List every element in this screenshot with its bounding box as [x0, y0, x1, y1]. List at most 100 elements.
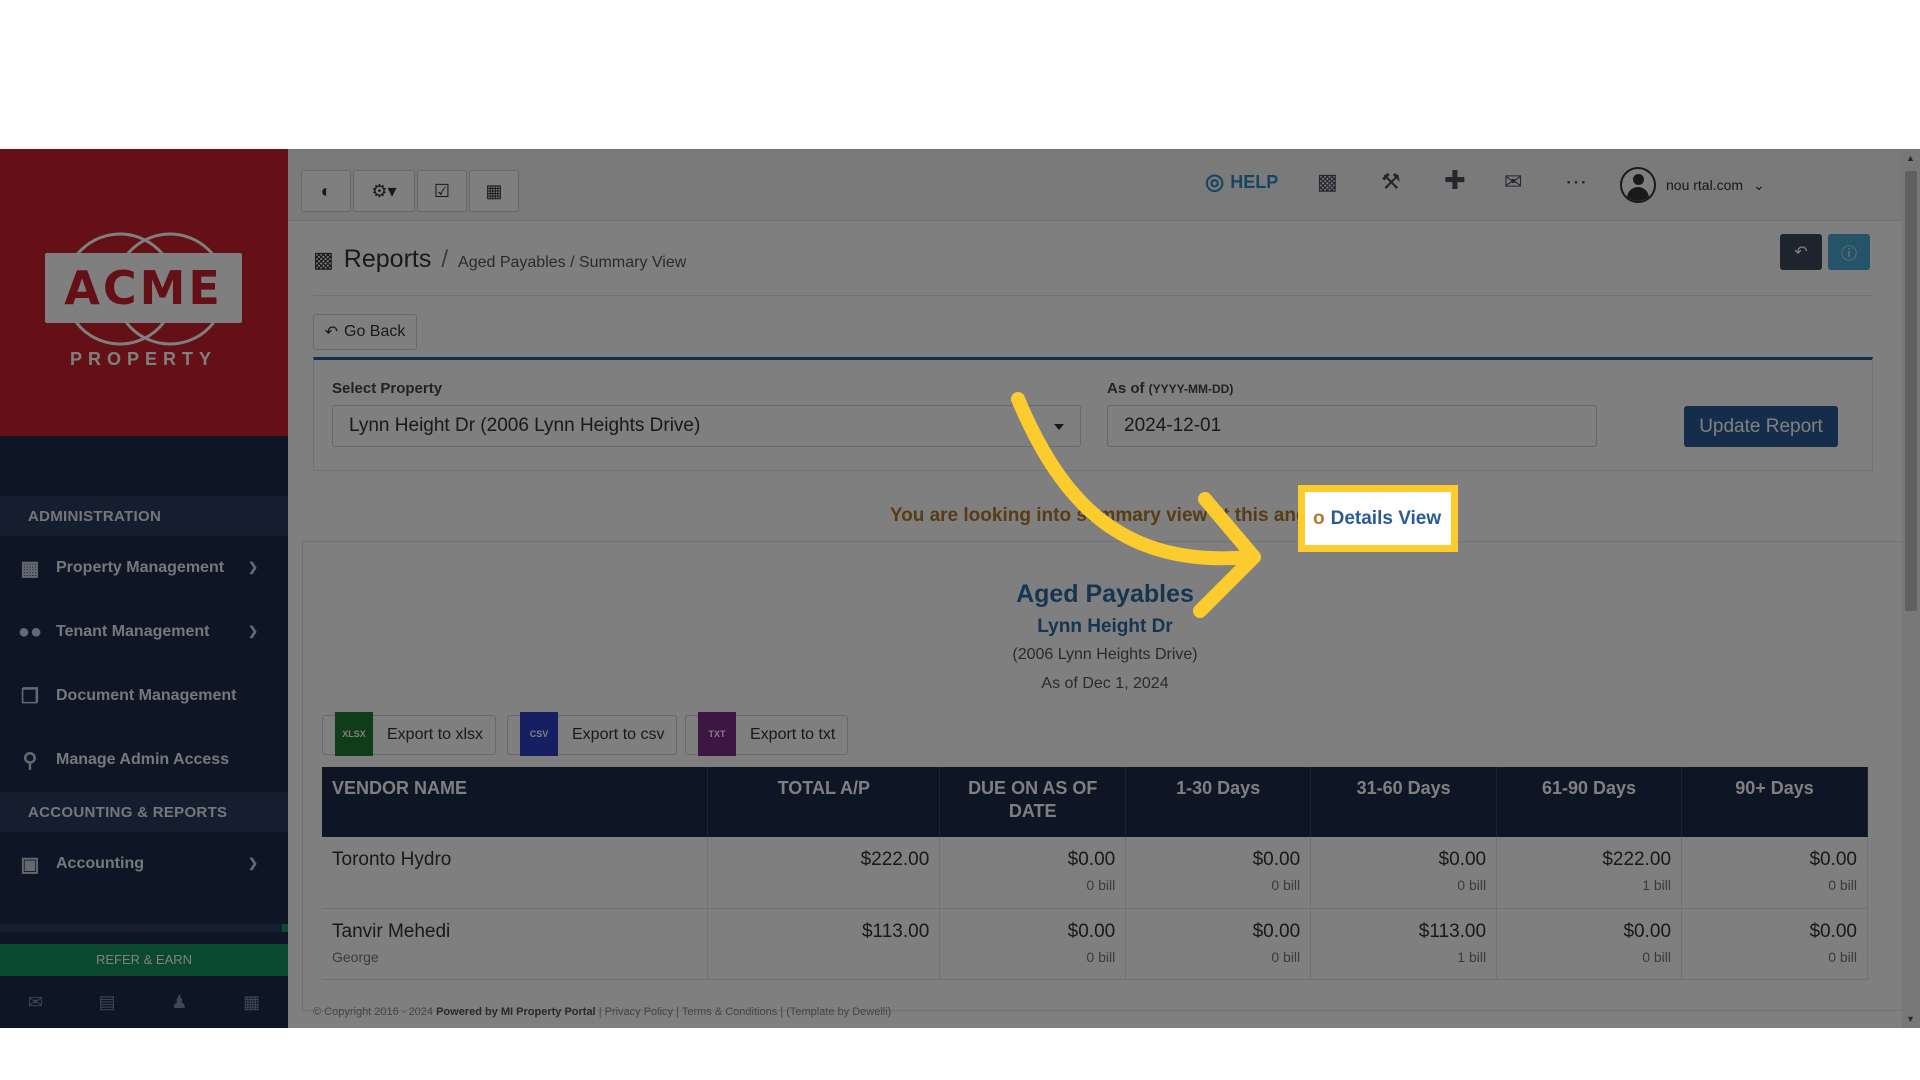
lifebuoy-icon: ◎ — [1205, 169, 1225, 194]
footer: © Copyright 2016 - 2024 Powered by MI Pr… — [313, 1006, 891, 1018]
property-label: Select Property — [332, 380, 443, 397]
export-xlsx-button[interactable]: XLSX Export to xlsx — [322, 711, 497, 756]
mail-icon[interactable]: ✉ — [28, 992, 43, 1013]
update-report-button[interactable]: Update Report — [1684, 406, 1838, 447]
chevron-down-icon: ⌄ — [1753, 176, 1765, 193]
help-button[interactable]: ◎ HELP — [1205, 169, 1278, 195]
sidebar: ACME PROPERTY ADMINISTRATION ▦ Property … — [0, 149, 288, 1028]
page-scrollbar[interactable]: ▲ ▼ — [1902, 149, 1920, 1028]
bill-count: 0 bill — [1271, 877, 1301, 893]
scroll-down-icon[interactable]: ▼ — [1906, 1014, 1915, 1024]
amount-cell: $222.00 1 bill — [1496, 837, 1683, 909]
amount-cell: $113.00 1 bill — [1310, 908, 1498, 980]
top-toolbar: ◐ ⚙▾ ☑ ▦ ◎ HELP ▩ ⚒ ✚ ✉ ⋯ nou rtal.com ⌄ — [288, 149, 1920, 221]
documents-icon: ❐ — [21, 685, 39, 708]
logo-subtext: PROPERTY — [69, 349, 218, 369]
bill-count: 0 bill — [1086, 948, 1116, 965]
sidebar-item-label: Document Management — [56, 687, 237, 704]
info-icon: ⓘ — [1840, 246, 1857, 263]
sidebar-item-accounting[interactable]: ▣ Accounting ❯ — [0, 832, 288, 896]
page-title[interactable]: Reports — [344, 245, 432, 274]
breadcrumb-separator: / — [441, 246, 449, 273]
bill-count: 1 bill — [1642, 877, 1672, 893]
sidebar-item-property-management[interactable]: ▦ Property Management ❯ — [0, 536, 288, 600]
footer-powered-link[interactable]: Powered by MI Property Portal — [436, 1006, 596, 1018]
table-row[interactable]: Tanvir Mehedi George $113.00 $0.00 0 bill … — [322, 908, 1868, 980]
reply-icon: ↶ — [324, 324, 339, 341]
sidebar-item-label: Property Management — [56, 559, 225, 576]
amount: $0.00 — [1809, 920, 1857, 942]
back-button[interactable]: ↶ — [1780, 234, 1822, 270]
building-icon: ▦ — [20, 557, 40, 580]
browser-viewport: ACME PROPERTY ADMINISTRATION ▦ Property … — [0, 149, 1920, 1028]
users-icon: ●● — [17, 620, 43, 643]
user-icon[interactable]: ♟ — [171, 992, 187, 1013]
bill-count: 0 bill — [1828, 948, 1857, 965]
info-button[interactable]: ⓘ — [1828, 234, 1870, 270]
property-select-value: Lynn Height Dr (2006 Lynn Heights Drive) — [349, 415, 701, 436]
amount-cell: $0.00 0 bill — [939, 837, 1127, 909]
logo-area[interactable]: ACME PROPERTY — [0, 149, 288, 436]
settings-dropdown-button[interactable]: ⚙▾ — [353, 170, 415, 212]
amount-cell: $0.00 0 bill — [1681, 837, 1868, 909]
bar-chart-icon: ▩ — [313, 247, 334, 272]
plus-icon[interactable]: ✚ — [1444, 165, 1466, 196]
section-administration: ADMINISTRATION — [0, 496, 288, 536]
key-icon: ⚲ — [22, 749, 38, 772]
table-header-row: VENDOR NAME TOTAL A/P DUE ON AS OF DATE … — [322, 767, 1868, 837]
refer-and-earn-button[interactable]: REFER & EARN — [0, 944, 288, 976]
sidebar-item-manage-admin-access[interactable]: ⚲ Manage Admin Access — [0, 728, 288, 792]
avatar — [1620, 167, 1656, 203]
column-header: DUE ON AS OF DATE — [939, 767, 1127, 837]
column-header: 1-30 Days — [1125, 767, 1312, 837]
calendar-button[interactable]: ☑ — [417, 170, 467, 212]
amount: $0.00 — [1067, 849, 1116, 870]
amount: $113.00 — [1418, 920, 1487, 942]
scroll-up-icon[interactable]: ▲ — [1906, 153, 1915, 163]
help-label: HELP — [1230, 171, 1279, 192]
bill-count: 0 bill — [1271, 948, 1301, 965]
details-view-link[interactable]: Details View — [1331, 508, 1442, 530]
sidebar-item-document-management[interactable]: ❐ Document Management — [0, 664, 288, 728]
vendor-cell: Toronto Hydro — [322, 837, 709, 909]
amount-cell: $0.00 0 bill — [1310, 837, 1498, 909]
calculator-button[interactable]: ▦ — [469, 170, 519, 212]
bill-count: 0 bill — [1457, 877, 1487, 893]
total-cell: $113.00 — [707, 908, 941, 980]
vendor-sub: George — [332, 948, 379, 965]
section-accounting-reports: ACCOUNTING & REPORTS — [0, 792, 288, 832]
column-header: 61-90 Days — [1496, 767, 1683, 837]
footer-copyright: © Copyright 2016 - 2024 — [313, 1006, 434, 1018]
go-back-button[interactable]: ↶ Go Back — [313, 314, 417, 350]
calculator-icon[interactable]: ▦ — [243, 992, 260, 1013]
vendor-name: Tanvir Mehedi — [332, 920, 451, 942]
export-txt-button[interactable]: TXT Export to txt — [685, 711, 849, 756]
tutorial-arrow-icon — [1011, 392, 1261, 618]
export-csv-button[interactable]: CSV Export to csv — [507, 711, 678, 756]
amount: $0.00 — [1067, 920, 1116, 942]
table-row[interactable]: Toronto Hydro $222.00 $0.00 0 bill $0.00 0… — [322, 837, 1868, 909]
footer-links[interactable]: | Privacy Policy | Terms & Conditions | — [599, 1006, 783, 1018]
breadcrumb-current: Aged Payables / Summary View — [458, 254, 687, 271]
briefcase-icon[interactable]: ▤ — [99, 992, 116, 1013]
amount-cell: $0.00 0 bill — [1681, 908, 1868, 980]
more-icon[interactable]: ⋯ — [1565, 169, 1587, 195]
wrench-icon[interactable]: ⚒ — [1381, 169, 1401, 195]
user-menu[interactable]: nou rtal.com ⌄ — [1620, 167, 1765, 203]
bill-count: 0 bill — [1828, 877, 1857, 893]
scroll-thumb[interactable] — [1905, 171, 1917, 611]
bar-chart-icon[interactable]: ▩ — [1317, 169, 1338, 195]
property-select[interactable]: Lynn Height Dr (2006 Lynn Heights Drive) — [332, 405, 1081, 447]
footer-template: (Template by Dewelli) — [786, 1006, 892, 1018]
column-header: TOTAL A/P — [707, 767, 941, 837]
notice-fragment: o — [1313, 507, 1325, 529]
dashboard-button[interactable]: ◐ — [301, 170, 351, 212]
amount: $0.00 — [1252, 849, 1301, 870]
amount-cell: $0.00 0 bill — [939, 908, 1127, 980]
vendor-cell: Tanvir Mehedi George — [322, 908, 709, 980]
chevron-down-icon: ❯ — [247, 560, 258, 574]
mail-icon[interactable]: ✉ — [1504, 169, 1522, 195]
details-view-highlight[interactable]: o Details View — [1298, 485, 1458, 552]
sidebar-item-label: Manage Admin Access — [56, 751, 230, 768]
sidebar-item-tenant-management[interactable]: ●● Tenant Management ❯ — [0, 600, 288, 664]
